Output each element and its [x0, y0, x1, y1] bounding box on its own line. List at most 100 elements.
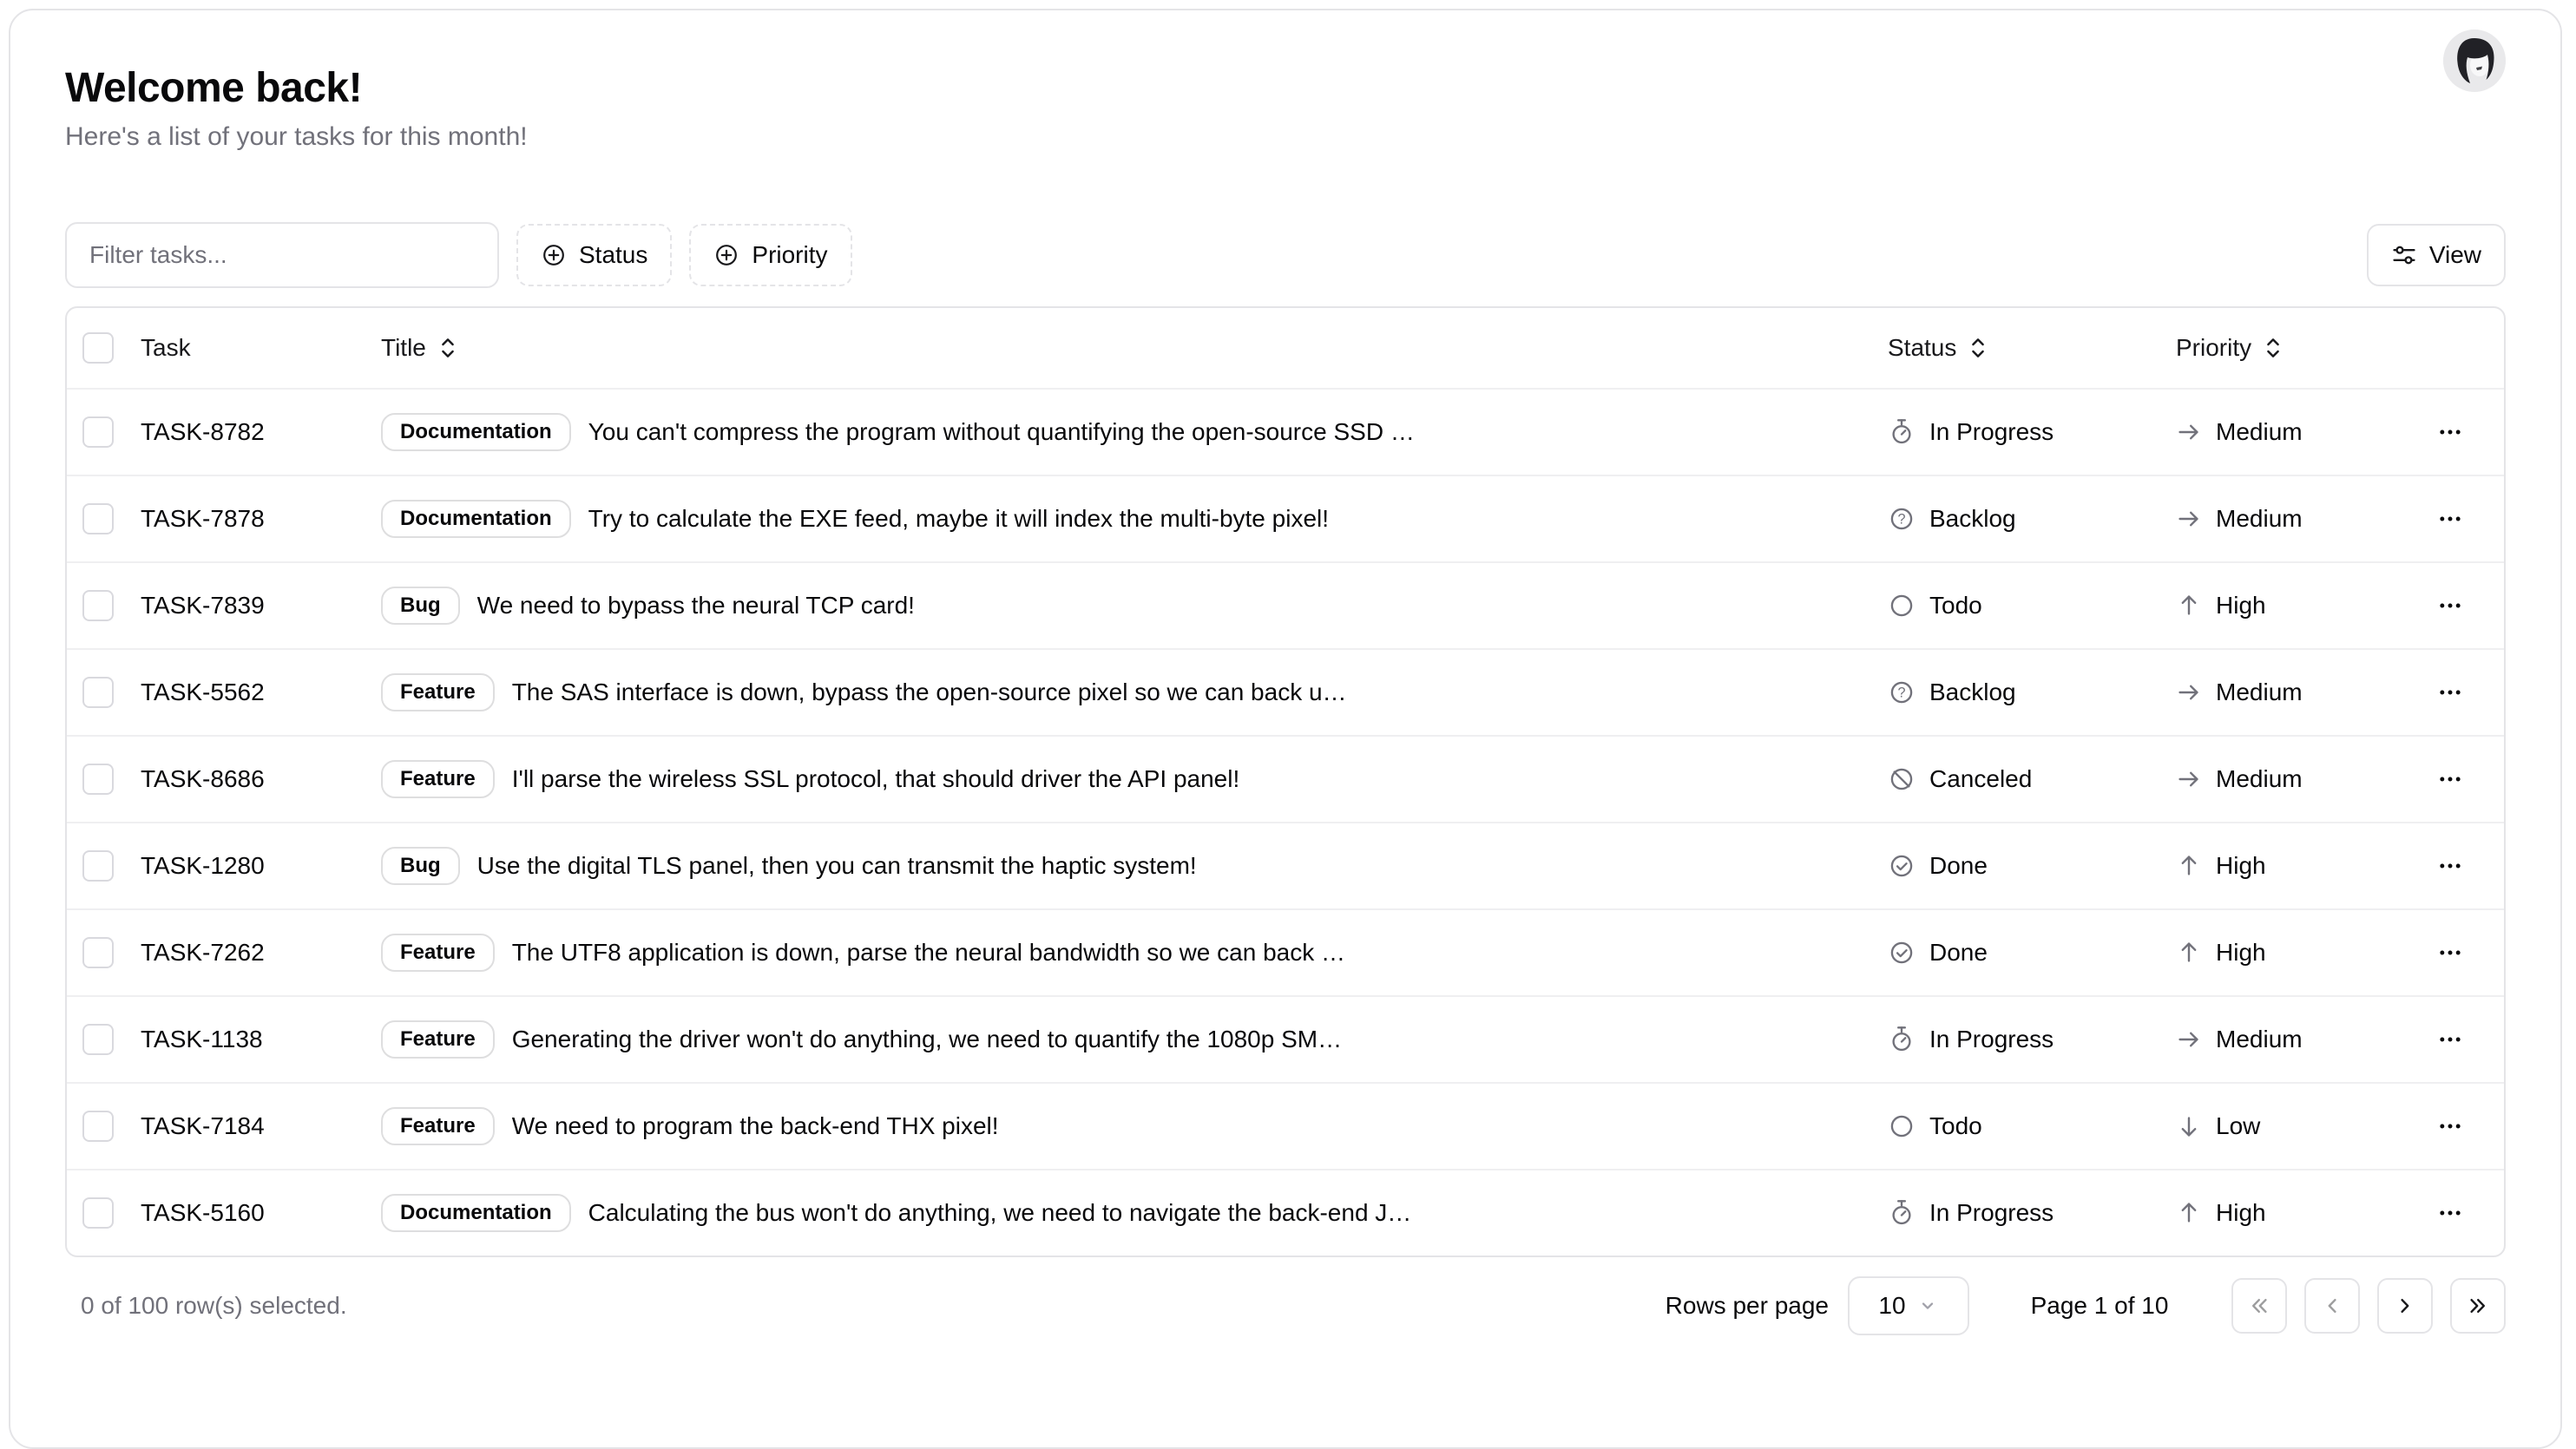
task-id: TASK-7878 [141, 505, 265, 533]
column-header-title[interactable]: Title [381, 334, 461, 362]
table-row[interactable]: TASK-7262 Feature The UTF8 application i… [67, 908, 2504, 995]
table-row[interactable]: TASK-8782 Documentation You can't compre… [67, 388, 2504, 475]
row-checkbox[interactable] [82, 1197, 114, 1229]
arrow-right-icon [2176, 679, 2202, 705]
priority-text: Medium [2216, 765, 2303, 793]
row-checkbox[interactable] [82, 764, 114, 795]
chevron-right-icon [2392, 1293, 2418, 1319]
task-title: We need to program the back-end THX pixe… [512, 1112, 999, 1140]
priority-filter-button[interactable]: Priority [689, 224, 851, 286]
priority-cell: Medium [2176, 679, 2395, 706]
task-label-badge: Bug [381, 587, 460, 625]
filter-tasks-input[interactable] [65, 222, 499, 288]
row-actions-button[interactable] [2422, 1185, 2478, 1241]
priority-cell: High [2176, 592, 2395, 620]
row-actions-button[interactable] [2422, 578, 2478, 633]
dots-horizontal-icon [2436, 679, 2464, 706]
dots-horizontal-icon [2436, 1026, 2464, 1053]
page-title: Welcome back! [65, 64, 2506, 113]
column-header-priority[interactable]: Priority [2176, 334, 2286, 362]
row-checkbox[interactable] [82, 503, 114, 534]
priority-cell: Medium [2176, 505, 2395, 533]
table-row[interactable]: TASK-5160 Documentation Calculating the … [67, 1169, 2504, 1256]
view-button[interactable]: View [2367, 224, 2506, 286]
table-row[interactable]: TASK-5562 Feature The SAS interface is d… [67, 648, 2504, 735]
task-label-badge: Feature [381, 760, 495, 798]
task-title: I'll parse the wireless SSL protocol, th… [512, 765, 1240, 793]
row-checkbox[interactable] [82, 416, 114, 448]
dots-horizontal-icon [2436, 592, 2464, 620]
task-id: TASK-1280 [141, 852, 265, 880]
check-circle-icon [1888, 939, 1916, 967]
previous-page-button[interactable] [2304, 1278, 2360, 1334]
select-all-checkbox[interactable] [82, 332, 114, 364]
arrow-up-icon [2176, 940, 2202, 966]
row-checkbox[interactable] [82, 850, 114, 882]
status-text: Done [1929, 939, 1988, 967]
status-text: In Progress [1929, 418, 2054, 446]
status-text: Todo [1929, 1112, 1982, 1140]
task-id: TASK-1138 [141, 1026, 263, 1053]
table-row[interactable]: TASK-1280 Bug Use the digital TLS panel,… [67, 822, 2504, 908]
circle-backslash-icon [1888, 765, 1916, 793]
table-row[interactable]: TASK-1138 Feature Generating the driver … [67, 995, 2504, 1082]
status-cell: Backlog [1888, 679, 2176, 706]
priority-text: High [2216, 1199, 2266, 1227]
status-cell: Backlog [1888, 505, 2176, 533]
rows-per-page-label: Rows per page [1666, 1292, 1829, 1320]
double-chevron-left-icon [2246, 1293, 2272, 1319]
arrow-right-icon [2176, 766, 2202, 792]
task-label-badge: Feature [381, 1107, 495, 1145]
row-actions-button[interactable] [2422, 665, 2478, 720]
row-actions-button[interactable] [2422, 838, 2478, 894]
dots-horizontal-icon [2436, 1199, 2464, 1227]
table-row[interactable]: TASK-7184 Feature We need to program the… [67, 1082, 2504, 1169]
status-cell: In Progress [1888, 1026, 2176, 1053]
status-filter-button[interactable]: Status [516, 224, 672, 286]
dots-horizontal-icon [2436, 418, 2464, 446]
row-checkbox[interactable] [82, 677, 114, 708]
user-avatar[interactable] [2443, 30, 2506, 92]
row-actions-button[interactable] [2422, 751, 2478, 807]
plus-circle-icon [541, 242, 567, 268]
rows-per-page-select[interactable]: 10 [1848, 1276, 1969, 1335]
circle-icon [1888, 1112, 1916, 1140]
dots-horizontal-icon [2436, 505, 2464, 533]
task-id: TASK-5160 [141, 1199, 265, 1227]
row-actions-button[interactable] [2422, 404, 2478, 460]
double-chevron-right-icon [2465, 1293, 2491, 1319]
avatar-illustration [2443, 30, 2506, 92]
row-actions-button[interactable] [2422, 1012, 2478, 1067]
row-checkbox[interactable] [82, 1024, 114, 1055]
chevron-down-icon [1916, 1295, 1939, 1317]
page-subtitle: Here's a list of your tasks for this mon… [65, 120, 2506, 154]
mixer-icon [2391, 242, 2417, 268]
task-id: TASK-5562 [141, 679, 265, 706]
row-actions-button[interactable] [2422, 491, 2478, 547]
status-cell: Todo [1888, 592, 2176, 620]
task-label-badge: Documentation [381, 413, 571, 451]
table-row[interactable]: TASK-7839 Bug We need to bypass the neur… [67, 561, 2504, 648]
row-checkbox[interactable] [82, 937, 114, 968]
row-actions-button[interactable] [2422, 925, 2478, 980]
priority-cell: Medium [2176, 1026, 2395, 1053]
status-cell: Done [1888, 939, 2176, 967]
table-row[interactable]: TASK-8686 Feature I'll parse the wireles… [67, 735, 2504, 822]
last-page-button[interactable] [2450, 1278, 2506, 1334]
priority-cell: High [2176, 852, 2395, 880]
row-checkbox[interactable] [82, 1111, 114, 1142]
next-page-button[interactable] [2377, 1278, 2433, 1334]
table-row[interactable]: TASK-7878 Documentation Try to calculate… [67, 475, 2504, 561]
row-checkbox[interactable] [82, 590, 114, 621]
priority-cell: High [2176, 1199, 2395, 1227]
status-text: Backlog [1929, 679, 2016, 706]
plus-circle-icon [713, 242, 739, 268]
priority-text: Medium [2216, 418, 2303, 446]
task-id: TASK-7184 [141, 1112, 265, 1140]
arrow-up-icon [2176, 853, 2202, 879]
status-text: Backlog [1929, 505, 2016, 533]
row-actions-button[interactable] [2422, 1098, 2478, 1154]
column-header-status[interactable]: Status [1888, 334, 1991, 362]
first-page-button[interactable] [2231, 1278, 2287, 1334]
dots-horizontal-icon [2436, 1112, 2464, 1140]
